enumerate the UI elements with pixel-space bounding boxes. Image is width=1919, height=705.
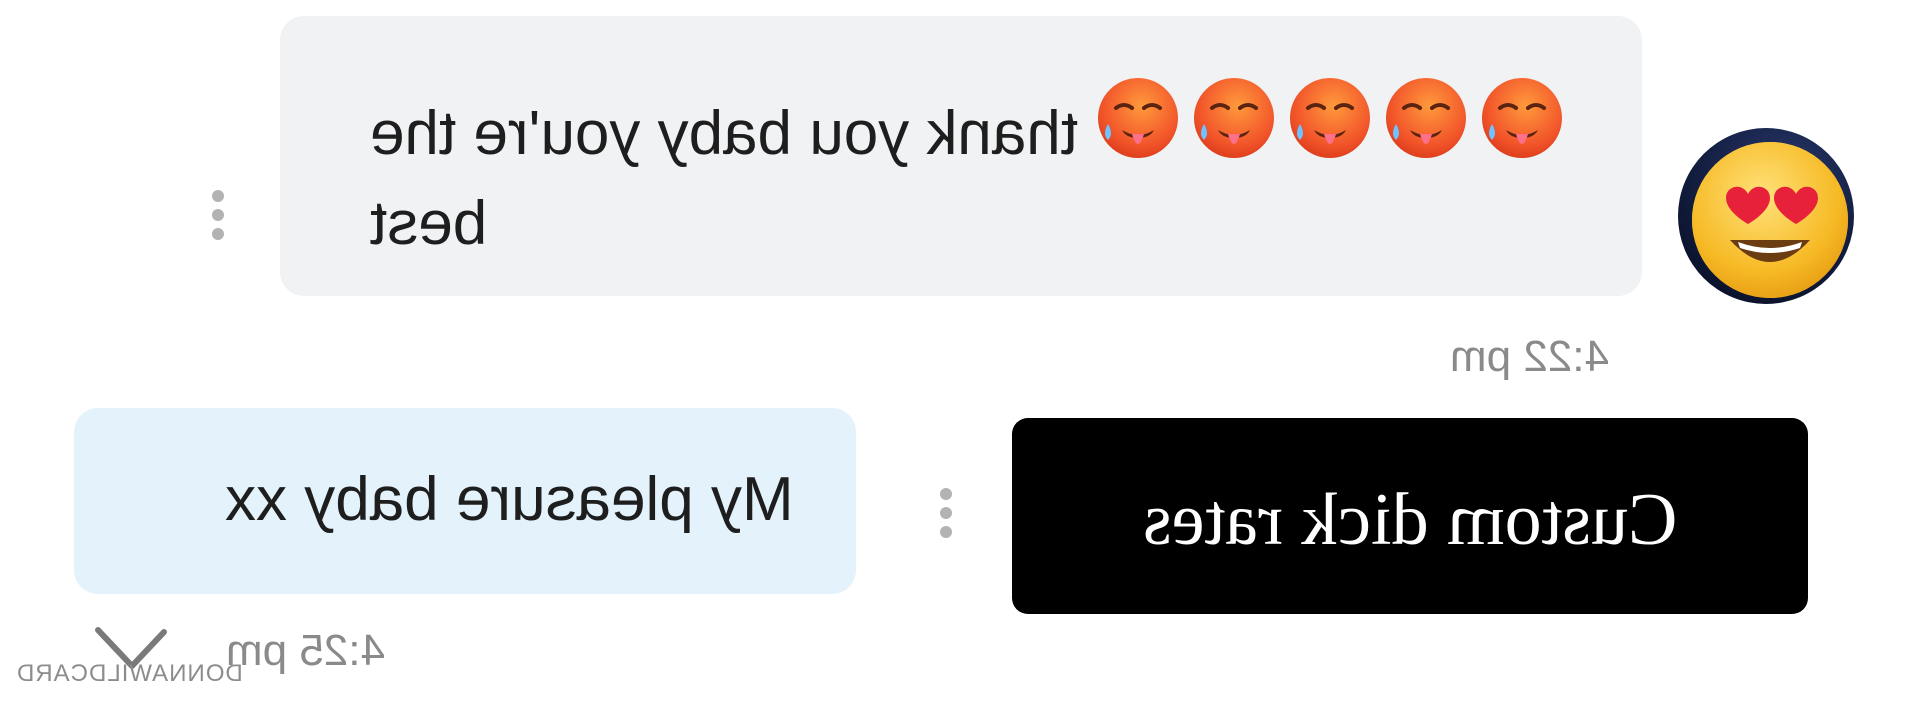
more-vertical-icon[interactable] (212, 190, 224, 240)
received-message-body: thank you baby you're the best (370, 74, 1590, 269)
received-time-text: 4:22 pm (1450, 332, 1609, 381)
hot-face-icon (1098, 78, 1179, 158)
received-message-bubble[interactable]: thank you baby you're the best (280, 16, 1642, 296)
sent-time-text: 4:25 pm (226, 626, 385, 675)
received-timestamp: 4:22 pm (1450, 332, 1609, 382)
sent-message-body: My pleasure baby xx (225, 460, 794, 540)
image-message[interactable]: Custom dick rates (1012, 418, 1808, 614)
emoji-row (1094, 74, 1566, 162)
more-vertical-icon[interactable] (940, 488, 952, 538)
hot-face-icon (1482, 78, 1563, 158)
sent-message-bubble[interactable]: My pleasure baby xx (74, 408, 856, 594)
image-message-caption: Custom dick rates (1012, 478, 1808, 563)
chat-screen: thank you baby you're the best 4:22 pm M… (0, 0, 1919, 705)
hot-face-icon (1290, 78, 1371, 158)
sent-timestamp: 4:25 pm (226, 626, 385, 676)
hot-face-icon (1194, 78, 1275, 158)
watermark: DONNAWILDCARD (16, 660, 243, 688)
received-message-mirrored: thank you baby you're the best (370, 74, 1590, 269)
received-message-text: thank you baby you're the best (370, 99, 1079, 258)
image-message-text: Custom dick rates (1142, 479, 1678, 561)
hot-face-icon (1386, 78, 1467, 158)
watermark-text: DONNAWILDCARD (16, 660, 243, 687)
avatar[interactable] (1678, 128, 1854, 304)
sent-message-text: My pleasure baby xx (225, 465, 794, 534)
heart-eyes-emoji-icon (1692, 142, 1848, 298)
